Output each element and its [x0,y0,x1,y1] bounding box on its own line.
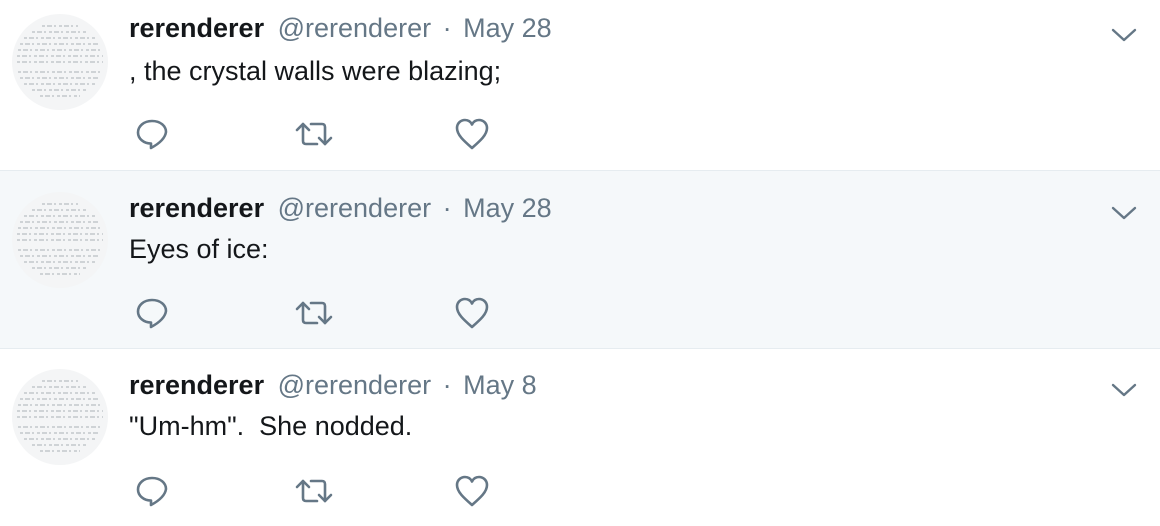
author-handle[interactable]: @rerenderer [278,370,431,400]
tweet-text: "Um-hm". She nodded. [129,411,413,441]
author-name[interactable]: rerenderer [129,193,264,223]
tweet-date[interactable]: May 8 [463,370,537,400]
tweet[interactable]: rerenderer @rerenderer · May 28 Eyes of … [0,171,1160,349]
tweet-text: Eyes of ice: [129,234,269,264]
retweet-icon[interactable] [294,295,334,331]
timeline: rerenderer @rerenderer · May 28 , the cr… [0,0,1160,526]
avatar[interactable] [12,14,108,110]
tweet-actions [134,295,534,331]
author-handle[interactable]: @rerenderer [278,13,431,43]
tweet-date[interactable]: May 28 [463,13,552,43]
tweet-date[interactable]: May 28 [463,193,552,223]
chevron-down-icon[interactable] [1110,204,1138,222]
author-name[interactable]: rerenderer [129,370,264,400]
avatar[interactable] [12,369,108,465]
avatar[interactable] [12,192,108,288]
tweet[interactable]: rerenderer @rerenderer · May 8 "Um-hm". … [0,349,1160,526]
tweet[interactable]: rerenderer @rerenderer · May 28 , the cr… [0,0,1160,171]
tweet-header: rerenderer @rerenderer · May 28 [129,12,552,44]
chevron-down-icon[interactable] [1110,26,1138,44]
tweet-header: rerenderer @rerenderer · May 28 [129,192,552,224]
heart-icon[interactable] [454,116,490,152]
reply-icon[interactable] [134,295,170,331]
tweet-actions [134,473,534,509]
tweet-text: , the crystal walls were blazing; [129,56,502,86]
retweet-icon[interactable] [294,473,334,509]
reply-icon[interactable] [134,473,170,509]
separator: · [442,13,452,43]
retweet-icon[interactable] [294,116,334,152]
author-name[interactable]: rerenderer [129,13,264,43]
separator: · [442,370,452,400]
tweet-actions [134,116,534,152]
chevron-down-icon[interactable] [1110,381,1138,399]
separator: · [442,193,452,223]
tweet-header: rerenderer @rerenderer · May 8 [129,369,537,401]
reply-icon[interactable] [134,116,170,152]
heart-icon[interactable] [454,295,490,331]
author-handle[interactable]: @rerenderer [278,193,431,223]
heart-icon[interactable] [454,473,490,509]
